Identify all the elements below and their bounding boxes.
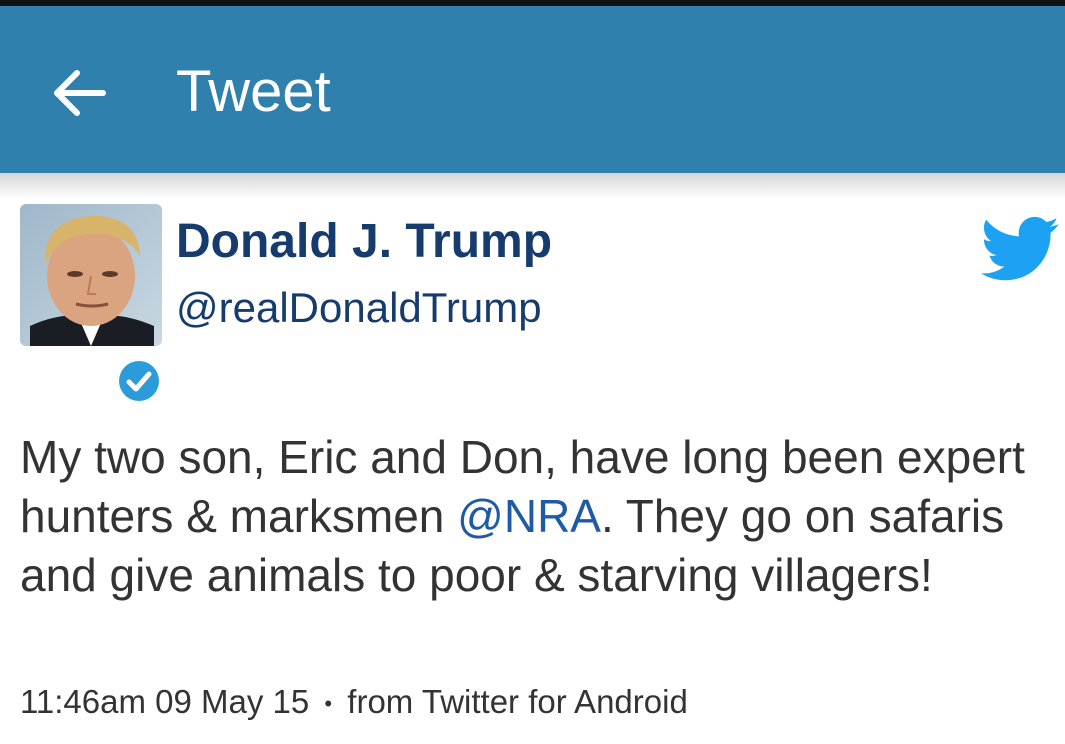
back-arrow-icon	[54, 70, 106, 116]
tweet-source[interactable]: from Twitter for Android	[347, 683, 688, 720]
app-bar: Tweet	[0, 6, 1065, 173]
avatar[interactable]	[20, 204, 162, 346]
tweet-timestamp: 11:46am 09 May 15	[20, 683, 310, 720]
author-name[interactable]: Donald J. Trump	[176, 214, 552, 270]
author-handle[interactable]: @realDonaldTrump	[176, 282, 542, 334]
app-bar-shadow	[0, 173, 1065, 199]
mention-link[interactable]: @NRA	[457, 490, 601, 542]
verified-badge-icon	[118, 360, 160, 402]
meta-separator: •	[324, 691, 333, 717]
tweet-meta: 11:46am 09 May 15 • from Twitter for And…	[20, 682, 688, 724]
back-button[interactable]	[44, 58, 114, 128]
page-title: Tweet	[176, 59, 331, 124]
tweet-text: My two son, Eric and Don, have long been…	[20, 428, 1030, 605]
twitter-bird-icon	[980, 216, 1060, 282]
